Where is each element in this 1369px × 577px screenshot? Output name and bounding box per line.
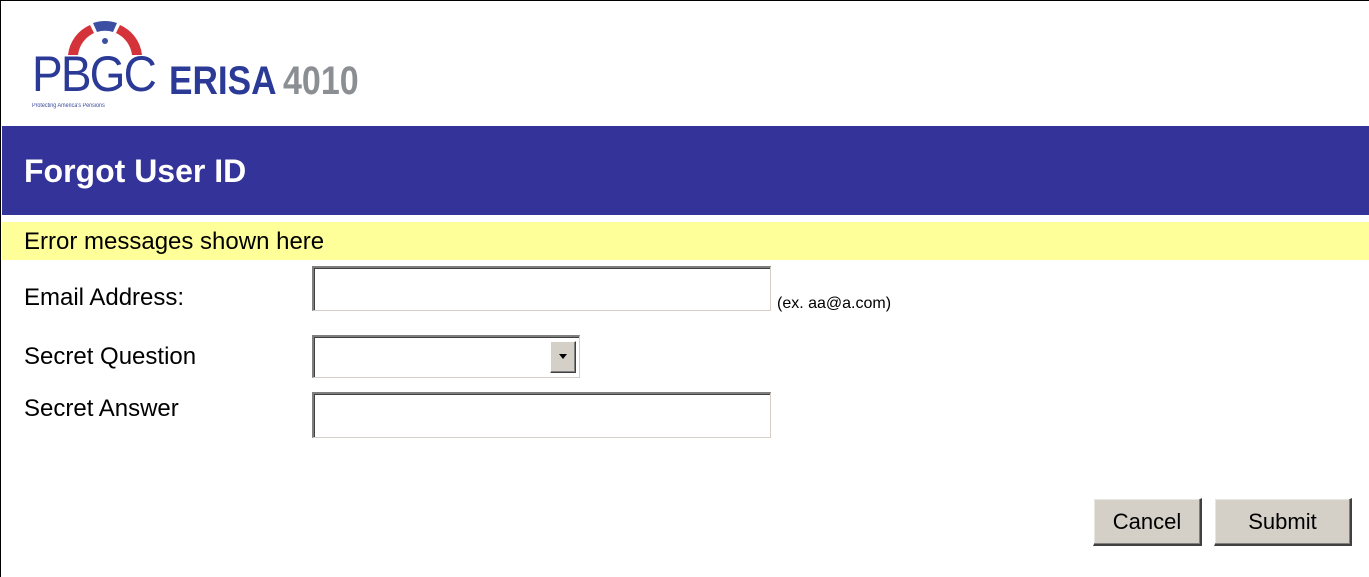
logo-pbgc-text: PBGC (32, 46, 157, 102)
error-message-text: Error messages shown here (24, 228, 325, 255)
secret-question-label: Secret Question (24, 343, 197, 370)
secret-answer-label: Secret Answer (24, 395, 179, 422)
email-input[interactable] (312, 266, 771, 311)
cancel-button[interactable]: Cancel (1093, 498, 1202, 546)
logo-number-text: 4010 (283, 59, 359, 103)
email-hint: (ex. aa@a.com) (777, 295, 892, 312)
chevron-down-icon (559, 354, 567, 359)
secret-answer-input[interactable] (312, 392, 771, 438)
page-title: Forgot User ID (24, 153, 247, 189)
select-dropdown-button[interactable] (550, 341, 576, 373)
logo-erisa-text: ERISA (169, 59, 277, 103)
pbgc-erisa-logo: PBGC ERISA 4010 Protecting America's Pen… (32, 15, 377, 111)
email-label: Email Address: (24, 284, 185, 311)
title-bar: Forgot User ID (2, 126, 1369, 215)
logo-tagline: Protecting America's Pensions (32, 103, 105, 109)
error-message-bar: Error messages shown here (2, 222, 1369, 260)
secret-question-select[interactable] (312, 335, 580, 378)
page-frame: PBGC ERISA 4010 Protecting America's Pen… (0, 0, 1369, 577)
submit-button[interactable]: Submit (1214, 498, 1352, 546)
